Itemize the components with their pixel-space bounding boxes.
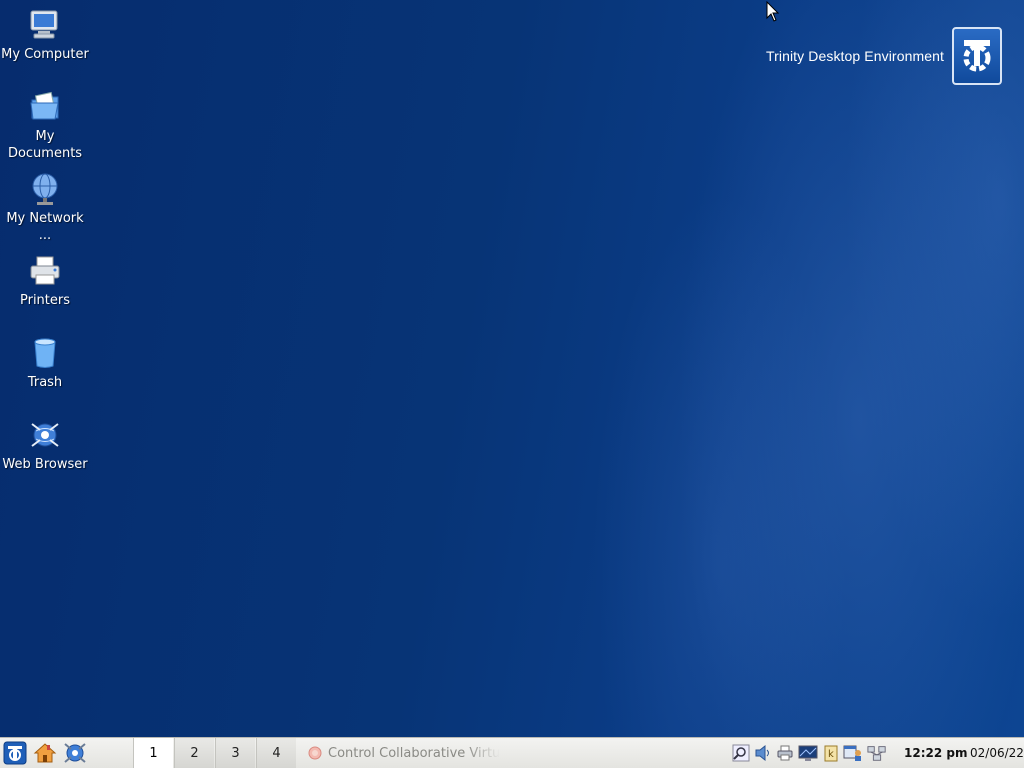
task-app-icon — [308, 746, 322, 760]
desktop-icon-label: My Computer — [1, 47, 89, 62]
web-browser-launcher-button[interactable] — [62, 740, 88, 766]
clipboard-tray-button[interactable]: k — [821, 742, 841, 764]
printer-tray-button[interactable] — [775, 742, 795, 764]
search-icon — [732, 744, 750, 762]
trinity-menu-icon — [3, 741, 27, 765]
network-tray-button[interactable] — [867, 742, 887, 764]
network-globe-icon — [32, 173, 58, 205]
clock-date[interactable]: 02/06/22 — [970, 746, 1024, 760]
desktop-icon-label: My Network ... — [6, 211, 84, 243]
network-icon — [867, 746, 886, 761]
volume-tray-button[interactable] — [753, 742, 773, 764]
printer-tray-icon — [777, 745, 793, 761]
display-tray-button[interactable] — [798, 742, 818, 764]
branding-text: Trinity Desktop Environment — [765, 48, 944, 64]
desktop-icon-my-documents[interactable]: My Documents — [1, 90, 89, 162]
web-browser-icon — [31, 423, 59, 447]
desktop-icon-web-browser[interactable]: Web Browser — [1, 418, 89, 473]
desktop: My Computer My Documents My Network ... … — [0, 0, 1024, 737]
desktop-icon-my-computer[interactable]: My Computer — [1, 8, 89, 63]
svg-text:k: k — [828, 749, 834, 760]
desktop-icon-printers[interactable]: Printers — [1, 254, 89, 309]
volume-icon — [755, 744, 769, 762]
desktop-icon-label: Trash — [27, 375, 63, 390]
trash-icon — [34, 338, 56, 368]
desktop-switch-1[interactable]: 1 — [133, 738, 173, 768]
home-launcher-button[interactable] — [32, 740, 58, 766]
clipboard-icon: k — [824, 745, 838, 762]
documents-folder-icon — [30, 91, 59, 120]
desktop-icon-label: My Documents — [7, 129, 83, 161]
home-folder-icon — [33, 743, 57, 763]
desktop-switch-4[interactable]: 4 — [256, 738, 296, 768]
search-tray-button[interactable] — [731, 742, 751, 764]
desktop-icon-my-network[interactable]: My Network ... — [1, 172, 89, 244]
desktop-switch-2[interactable]: 2 — [174, 738, 214, 768]
web-browser-icon — [64, 743, 86, 763]
taskbar-task-item[interactable]: Control Collaborative Virtu — [300, 738, 520, 768]
printer-icon — [30, 256, 60, 285]
computer-icon — [30, 10, 58, 39]
trinity-branding: Trinity Desktop Environment — [766, 27, 1002, 85]
trinity-logo-icon — [952, 27, 1002, 85]
taskbar: 1 2 3 4 Control Collaborative Virtu k 12… — [0, 737, 1024, 768]
clock-time[interactable]: 12:22 pm — [904, 746, 967, 760]
desktop-icon-trash[interactable]: Trash — [1, 336, 89, 391]
task-item-label: Control Collaborative Virtu — [328, 745, 501, 761]
trinity-menu-button[interactable] — [2, 740, 28, 766]
desktop-icon-label: Printers — [19, 293, 71, 308]
desktop-switch-3[interactable]: 3 — [215, 738, 255, 768]
display-icon — [798, 745, 818, 761]
mouse-cursor-icon — [766, 1, 780, 22]
user-switch-icon — [843, 745, 861, 761]
desktop-icon-label: Web Browser — [2, 457, 88, 472]
user-switch-tray-button[interactable] — [843, 742, 863, 764]
